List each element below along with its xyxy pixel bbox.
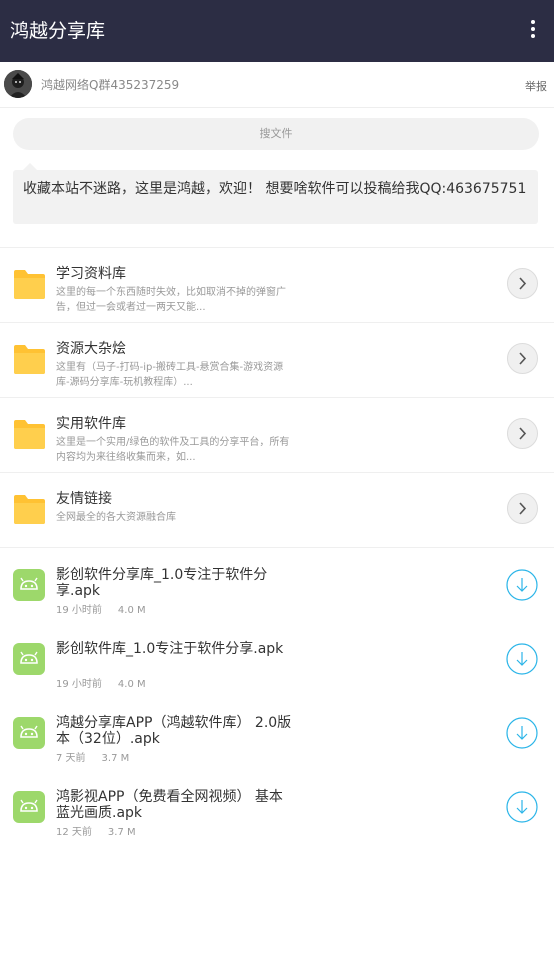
chevron-right-icon[interactable] (507, 493, 538, 524)
download-icon[interactable] (506, 643, 538, 675)
notice-bubble: 收藏本站不迷路，这里是鸿越，欢迎！ 想要啥软件可以投稿给我QQ:46367575… (13, 163, 538, 224)
file-size: 4.0 M (117, 679, 146, 690)
file-name: 影创软件分享库_1.0专注于软件分享.apk (56, 567, 268, 599)
file-time: 19 小时前 (56, 679, 102, 690)
file-time: 7 天前 (56, 753, 86, 764)
folder-item[interactable]: 友情链接 全网最全的各大资源融合库 (0, 473, 554, 548)
file-meta: 12 天前 3.7 M (56, 823, 136, 838)
file-item[interactable]: 影创软件库_1.0专注于软件分享.apk 19 小时前 4.0 M (0, 622, 554, 696)
folder-desc: 全网最全的各大资源融合库 (56, 512, 176, 523)
folder-item[interactable]: 实用软件库 这里是一个实用/绿色的软件及工具的分享平台，所有内容均为来往络收集而… (0, 398, 554, 473)
file-item[interactable]: 鸿越分享库APP（鸿越软件库） 2.0版本（32位）.apk 7 天前 3.7 M (0, 696, 554, 770)
folder-icon (14, 270, 45, 299)
android-icon (13, 643, 45, 675)
file-time: 19 小时前 (56, 605, 102, 616)
chevron-right-icon[interactable] (507, 418, 538, 449)
folder-name: 学习资料库 (56, 266, 126, 282)
avatar[interactable] (4, 70, 32, 98)
owner-name[interactable]: 鸿越网络Q群435237259 (41, 76, 179, 93)
folder-name: 实用软件库 (56, 416, 126, 432)
folder-icon (14, 345, 45, 374)
folder-icon (14, 420, 45, 449)
file-size: 4.0 M (117, 605, 146, 616)
file-meta: 19 小时前 4.0 M (56, 675, 146, 690)
folder-desc: 这里的每一个东西随时失效，比如取消不掉的弹窗广告，但过一会或者过一两天又能... (56, 287, 286, 313)
file-name: 鸿越分享库APP（鸿越软件库） 2.0版本（32位）.apk (56, 715, 292, 747)
file-name: 影创软件库_1.0专注于软件分享.apk (56, 641, 284, 657)
owner-row: 鸿越网络Q群435237259 举报 (0, 62, 554, 108)
folder-item[interactable]: 资源大杂烩 这里有（马子-打码-ip-搬砖工具-悬赏合集-游戏资源库-源码分享库… (0, 323, 554, 398)
file-meta: 7 天前 3.7 M (56, 749, 129, 764)
more-vertical-icon[interactable] (528, 20, 538, 42)
folder-name: 资源大杂烩 (56, 341, 126, 357)
folder-desc: 这里是一个实用/绿色的软件及工具的分享平台，所有内容均为来往络收集而来，如... (56, 437, 290, 463)
file-item[interactable]: 鸿影视APP（免费看全网视频） 基本蓝光画质.apk 12 天前 3.7 M (0, 770, 554, 844)
app-bar: 鸿越分享库 (0, 0, 554, 62)
android-icon (13, 569, 45, 601)
search-input[interactable]: 搜文件 (13, 118, 539, 150)
file-item[interactable]: 影创软件分享库_1.0专注于软件分享.apk 19 小时前 4.0 M (0, 548, 554, 622)
file-meta: 19 小时前 4.0 M (56, 601, 146, 616)
folder-name: 友情链接 (56, 491, 112, 507)
android-icon (13, 791, 45, 823)
chevron-right-icon[interactable] (507, 268, 538, 299)
folder-desc: 这里有（马子-打码-ip-搬砖工具-悬赏合集-游戏资源库-源码分享库-玩机教程库… (56, 362, 284, 388)
android-icon (13, 717, 45, 749)
report-link[interactable]: 举报 (525, 78, 547, 94)
file-time: 12 天前 (56, 827, 92, 838)
file-size: 3.7 M (107, 827, 136, 838)
download-icon[interactable] (506, 717, 538, 749)
file-name: 鸿影视APP（免费看全网视频） 基本蓝光画质.apk (56, 789, 283, 821)
chevron-right-icon[interactable] (507, 343, 538, 374)
folder-item[interactable]: 学习资料库 这里的每一个东西随时失效，比如取消不掉的弹窗广告，但过一会或者过一两… (0, 248, 554, 323)
app-title: 鸿越分享库 (10, 20, 106, 42)
file-size: 3.7 M (101, 753, 130, 764)
download-icon[interactable] (506, 569, 538, 601)
download-icon[interactable] (506, 791, 538, 823)
folder-icon (14, 495, 45, 524)
